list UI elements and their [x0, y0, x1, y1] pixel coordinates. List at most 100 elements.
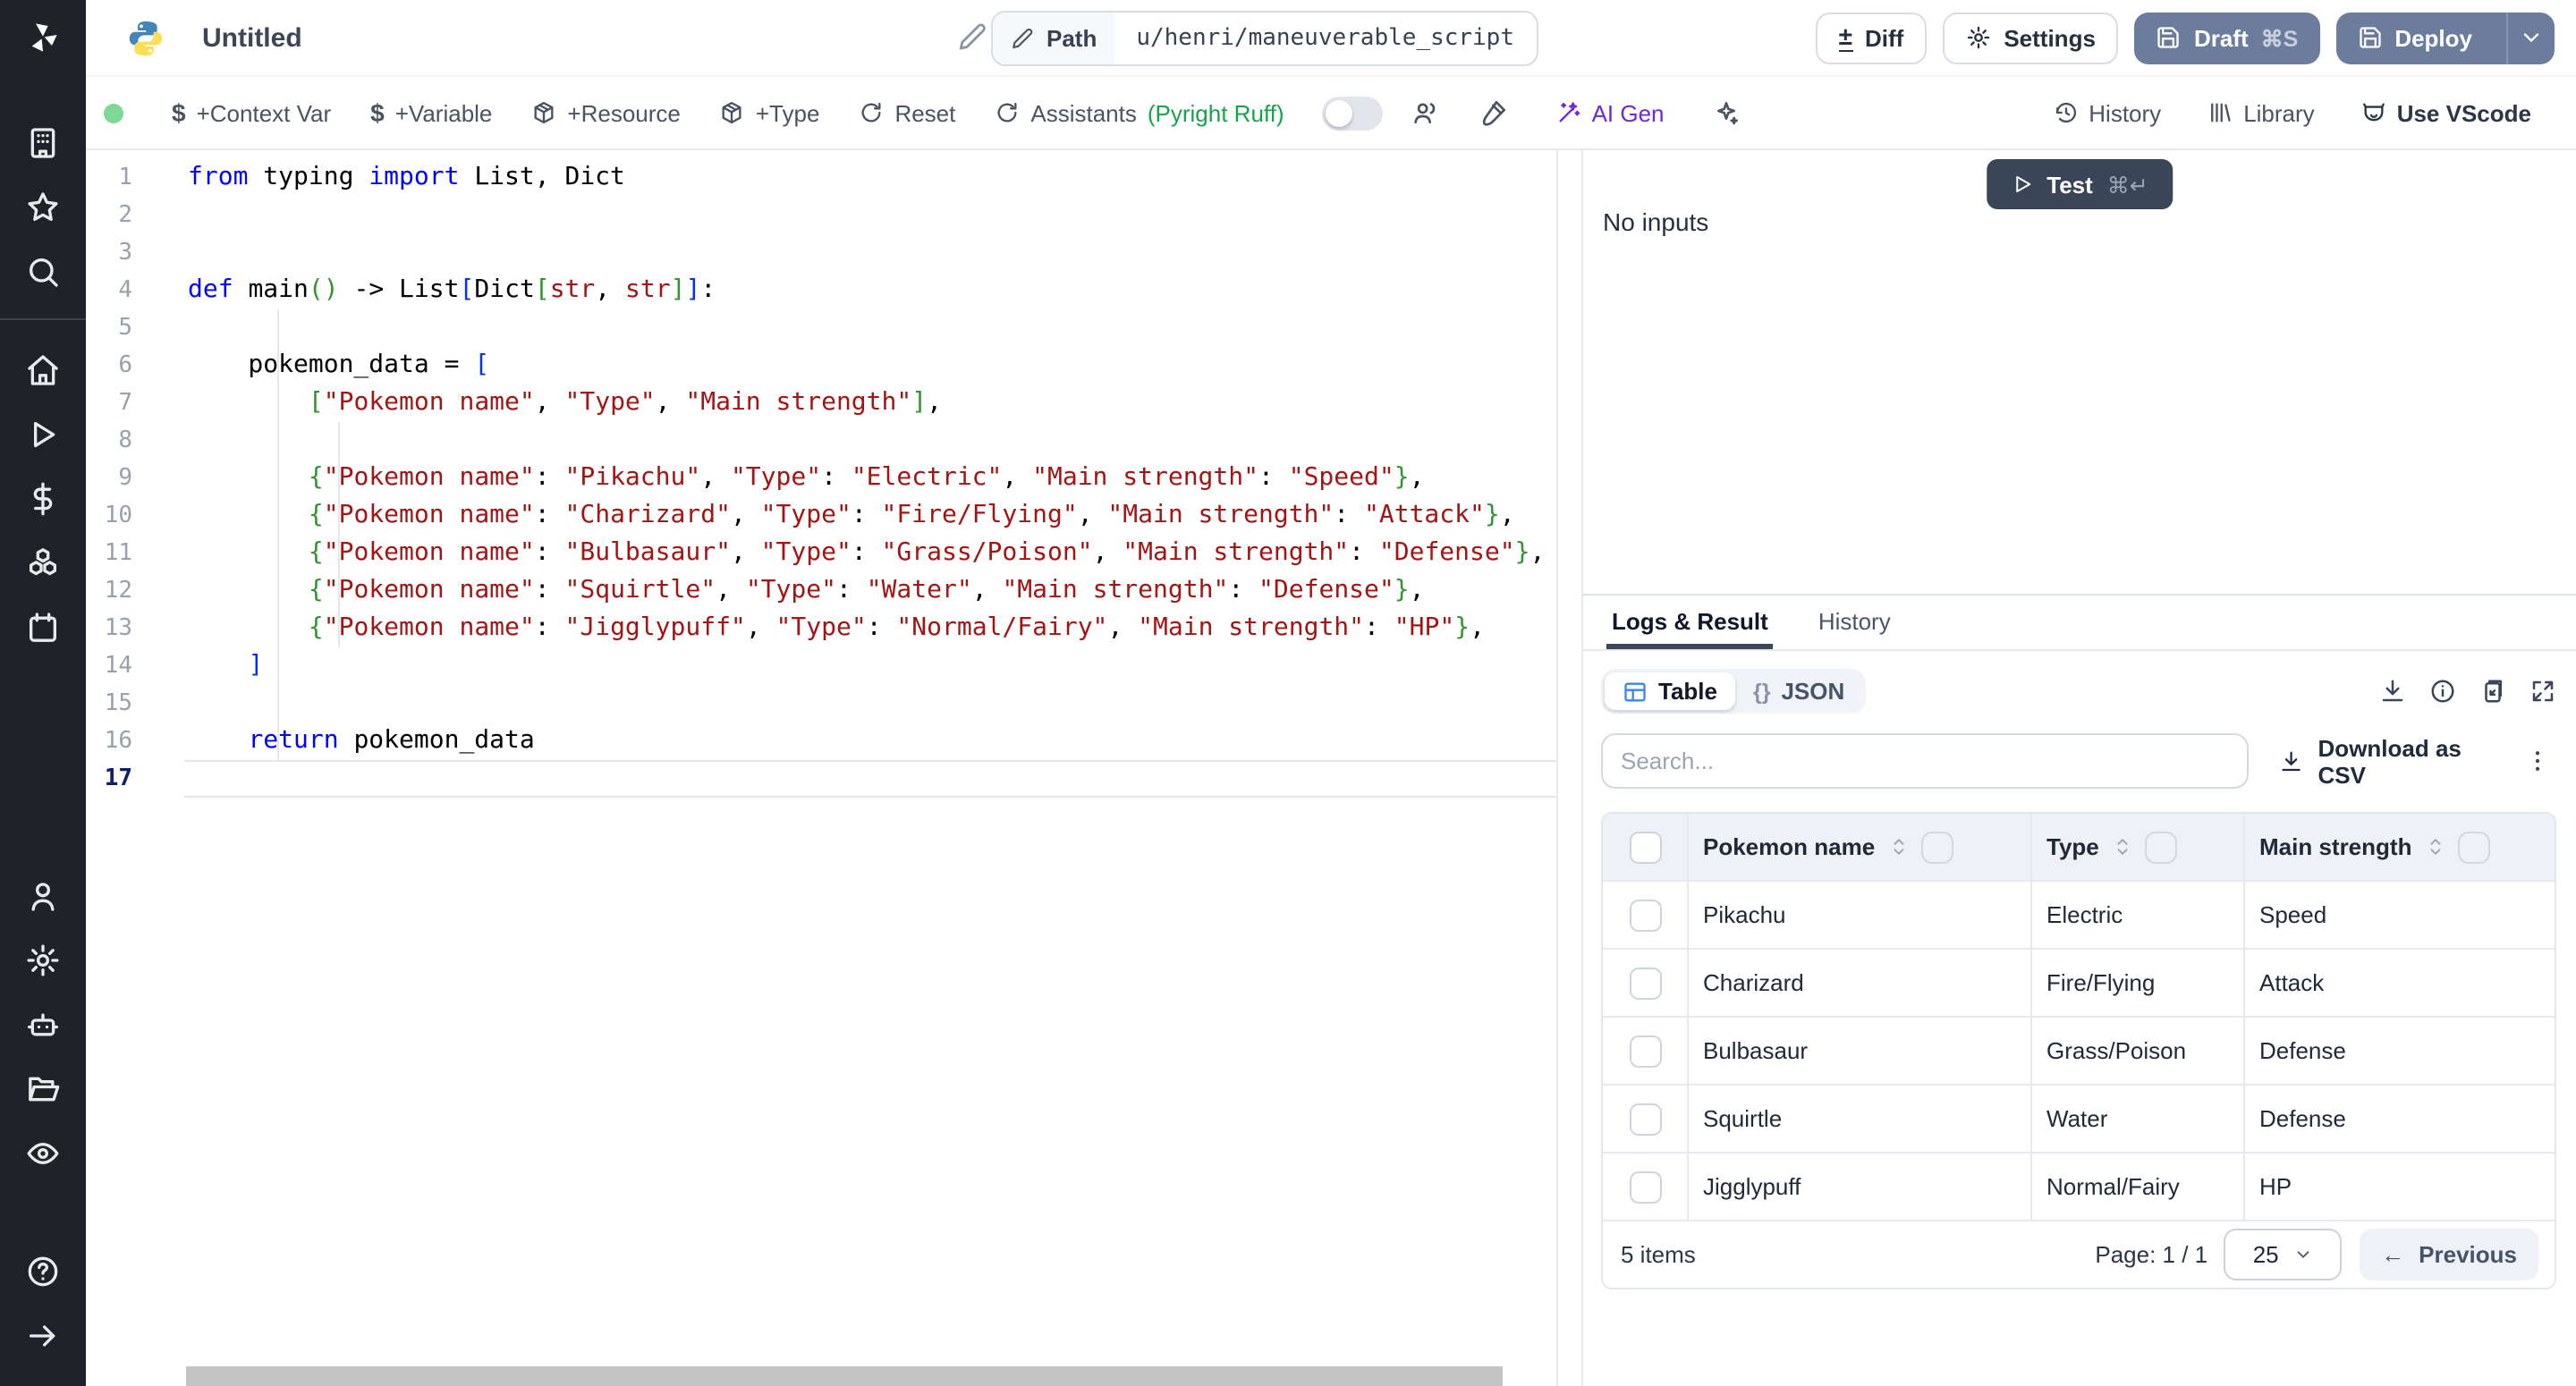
table-options-kebab-icon[interactable]: [2524, 748, 2551, 774]
code-line[interactable]: 14 ]: [86, 647, 1556, 685]
code-line[interactable]: 1from typing import List, Dict: [86, 159, 1556, 197]
column-header-pokemon-name[interactable]: Pokemon name: [1703, 833, 1875, 860]
runs-play-icon[interactable]: [0, 402, 86, 467]
schedules-calendar-icon[interactable]: [0, 596, 86, 660]
code-text: {"Pokemon name": "Jigglypuff", "Type": "…: [188, 610, 1485, 647]
previous-page-button[interactable]: ← Previous: [2360, 1229, 2538, 1280]
code-text: from typing import List, Dict: [188, 159, 625, 197]
settings-button[interactable]: Settings: [1943, 12, 2119, 63]
code-line[interactable]: 12 {"Pokemon name": "Squirtle", "Type": …: [86, 572, 1556, 610]
library-button[interactable]: Library: [2188, 88, 2334, 138]
code-line[interactable]: 16 return pokemon_data: [86, 723, 1556, 760]
column-toggle[interactable]: [2146, 831, 2178, 863]
diff-button[interactable]: ± Diff: [1816, 12, 1928, 63]
code-line[interactable]: 8: [86, 422, 1556, 460]
add-context-var-button[interactable]: $ +Context Var: [152, 88, 351, 138]
deploy-dropdown-chevron[interactable]: [2506, 12, 2555, 63]
resources-boxes-icon[interactable]: [0, 531, 86, 596]
help-icon[interactable]: [0, 1239, 86, 1304]
view-json-option[interactable]: {} JSON: [1735, 672, 1862, 710]
code-line[interactable]: 13 {"Pokemon name": "Jigglypuff", "Type"…: [86, 610, 1556, 647]
favorites-star-icon[interactable]: [0, 175, 86, 240]
format-code-brush-icon[interactable]: [1479, 98, 1508, 127]
variables-dollar-icon[interactable]: [0, 467, 86, 531]
column-header-main-strength[interactable]: Main strength: [2259, 833, 2411, 860]
library-label: Library: [2243, 99, 2315, 126]
users-icon[interactable]: [0, 864, 86, 928]
view-table-option[interactable]: Table: [1605, 672, 1735, 710]
code-line[interactable]: 15: [86, 685, 1556, 723]
sort-icon[interactable]: [1889, 833, 1909, 860]
editor-horizontal-scrollbar[interactable]: [186, 1366, 1503, 1386]
add-variable-button[interactable]: $ +Variable: [351, 88, 512, 138]
row-checkbox[interactable]: [1629, 1035, 1661, 1067]
sort-icon[interactable]: [2114, 833, 2133, 860]
code-line[interactable]: 10 {"Pokemon name": "Charizard", "Type":…: [86, 497, 1556, 535]
column-header-type[interactable]: Type: [2046, 833, 2099, 860]
table-row[interactable]: BulbasaurGrass/PoisonDefense: [1603, 1016, 2555, 1084]
code-line[interactable]: 2: [86, 197, 1556, 234]
use-vscode-button[interactable]: Use VScode: [2342, 88, 2551, 138]
code-text: {"Pokemon name": "Charizard", "Type": "F…: [188, 497, 1515, 535]
deploy-button[interactable]: Deploy: [2335, 12, 2555, 63]
code-line[interactable]: 17: [86, 760, 1556, 798]
row-checkbox[interactable]: [1629, 1103, 1661, 1135]
search-input[interactable]: [1601, 733, 2249, 789]
folders-icon[interactable]: [0, 1057, 86, 1121]
column-toggle[interactable]: [1921, 831, 1953, 863]
code-line[interactable]: 11 {"Pokemon name": "Bulbasaur", "Type":…: [86, 535, 1556, 572]
topbar: Untitled Path u/henri/maneuverable_scrip…: [86, 0, 2576, 77]
test-button[interactable]: Test ⌘↵: [1986, 159, 2174, 209]
add-type-button[interactable]: +Type: [700, 88, 840, 138]
sort-icon[interactable]: [2426, 833, 2445, 860]
view-toggle: Table {} JSON: [1601, 669, 1866, 714]
code-line[interactable]: 5: [86, 309, 1556, 347]
add-resource-button[interactable]: +Resource: [512, 88, 699, 138]
code-lines: 1from typing import List, Dict234def mai…: [86, 150, 1556, 798]
ai-gen-button[interactable]: AI Gen: [1537, 88, 1684, 138]
line-number: 3: [86, 234, 132, 272]
info-icon[interactable]: [2429, 678, 2456, 705]
copy-clipboard-icon[interactable]: [2479, 678, 2506, 705]
code-line[interactable]: 9 {"Pokemon name": "Pikachu", "Type": "E…: [86, 460, 1556, 497]
row-checkbox[interactable]: [1629, 899, 1661, 931]
tab-history[interactable]: History: [1813, 608, 1896, 649]
table-row[interactable]: JigglypuffNormal/FairyHP: [1603, 1152, 2555, 1220]
workers-robot-icon[interactable]: [0, 993, 86, 1057]
code-line[interactable]: 7 ["Pokemon name", "Type", "Main strengt…: [86, 385, 1556, 422]
select-all-checkbox[interactable]: [1629, 831, 1661, 863]
table-row[interactable]: CharizardFire/FlyingAttack: [1603, 948, 2555, 1016]
page-size-select[interactable]: 25: [2224, 1229, 2342, 1280]
code-line[interactable]: 3: [86, 234, 1556, 272]
draft-button[interactable]: Draft ⌘S: [2135, 12, 2319, 63]
code-editor[interactable]: 1from typing import List, Dict234def mai…: [86, 150, 1556, 1386]
sparkles-icon[interactable]: [1713, 98, 1741, 127]
home-icon[interactable]: [0, 338, 86, 402]
path-widget[interactable]: Path u/henri/maneuverable_script: [991, 11, 1538, 66]
edit-summary-pencil-icon[interactable]: [957, 21, 987, 52]
settings-gear-icon[interactable]: [0, 928, 86, 993]
workspace-icon[interactable]: [0, 111, 86, 175]
collapse-arrow-icon[interactable]: [0, 1304, 86, 1368]
table-cell: Water: [2030, 1086, 2243, 1152]
search-icon[interactable]: [0, 240, 86, 304]
expand-fullscreen-icon[interactable]: [2529, 678, 2556, 705]
panel-splitter[interactable]: [1556, 150, 1583, 1386]
multiplayer-toggle[interactable]: [1322, 96, 1383, 130]
code-line[interactable]: 4def main() -> List[Dict[str, str]]:: [86, 272, 1556, 309]
download-csv-button[interactable]: Download as CSV: [2265, 735, 2524, 787]
tab-logs-result[interactable]: Logs & Result: [1606, 608, 1774, 649]
multiplayer-users-icon[interactable]: [1411, 98, 1440, 127]
history-button[interactable]: History: [2033, 88, 2181, 138]
code-line[interactable]: 6 pokemon_data = [: [86, 347, 1556, 385]
download-result-icon[interactable]: [2379, 678, 2406, 705]
column-toggle[interactable]: [2458, 831, 2490, 863]
windmill-logo[interactable]: [0, 11, 86, 64]
audit-eye-icon[interactable]: [0, 1121, 86, 1186]
table-row[interactable]: PikachuElectricSpeed: [1603, 880, 2555, 948]
table-row[interactable]: SquirtleWaterDefense: [1603, 1084, 2555, 1152]
assistants-button[interactable]: Assistants (Pyright Ruff): [975, 88, 1303, 138]
row-checkbox[interactable]: [1629, 967, 1661, 999]
row-checkbox[interactable]: [1629, 1170, 1661, 1203]
reset-button[interactable]: Reset: [839, 88, 975, 138]
